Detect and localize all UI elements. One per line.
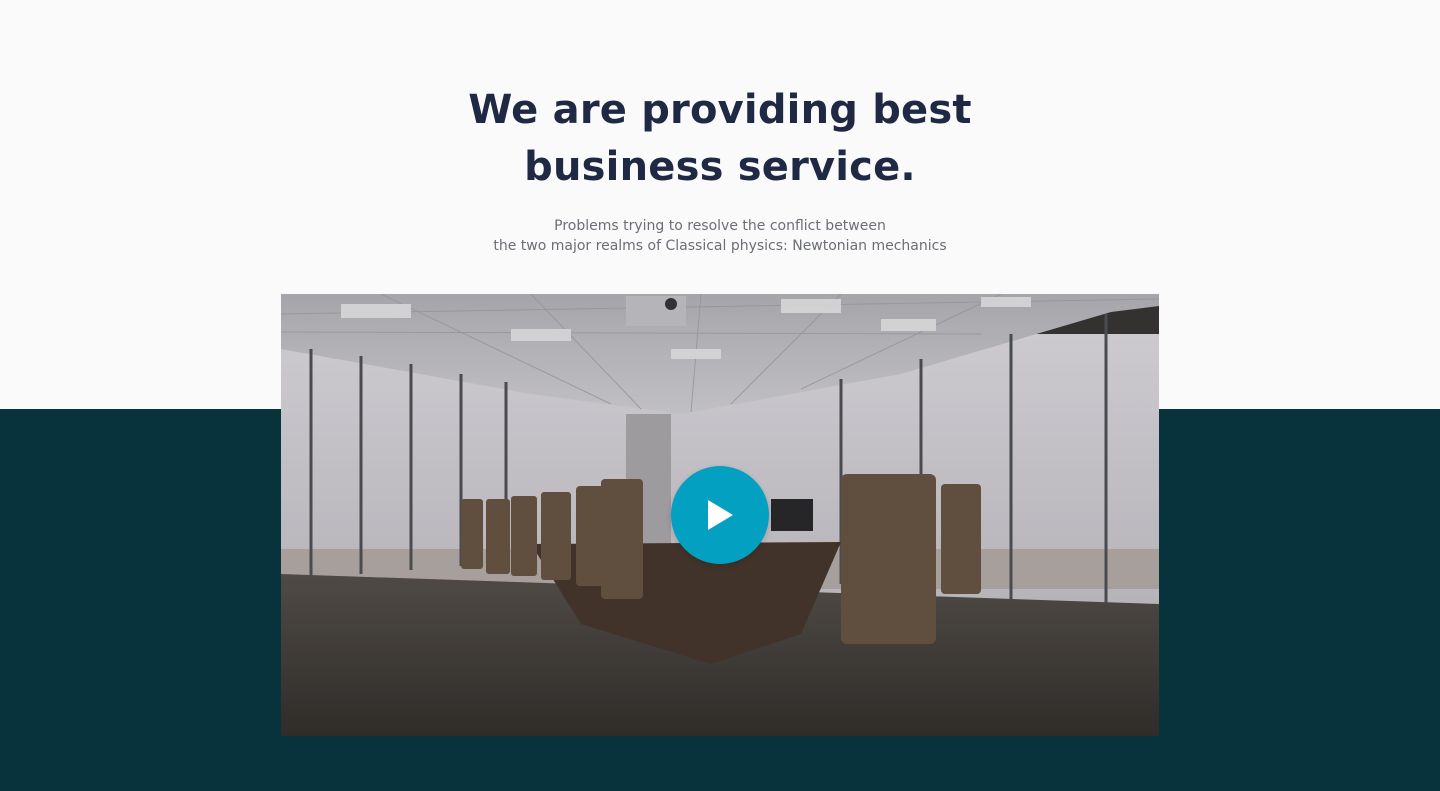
play-icon	[708, 500, 733, 530]
subtitle-line-2: the two major realms of Classical physic…	[493, 238, 947, 254]
video-thumbnail[interactable]	[281, 294, 1159, 736]
play-button[interactable]	[671, 466, 769, 564]
section-subtitle: Problems trying to resolve the conflict …	[440, 216, 1000, 256]
title-line-1: We are providing best	[468, 87, 972, 133]
subtitle-line-1: Problems trying to resolve the conflict …	[554, 218, 886, 234]
video-section: We are providing best business service. …	[0, 0, 1440, 791]
section-title: We are providing best business service.	[460, 82, 980, 196]
section-header: We are providing best business service. …	[0, 82, 1440, 256]
title-line-2: business service.	[524, 144, 916, 190]
